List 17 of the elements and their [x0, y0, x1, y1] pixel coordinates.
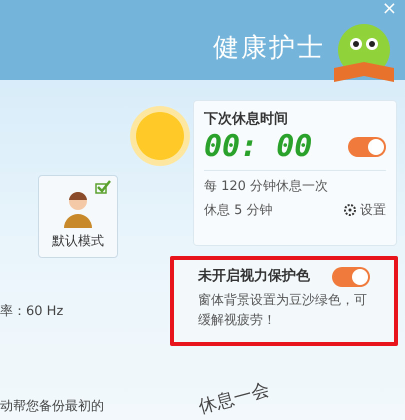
timer-display: 00: 00: [204, 132, 312, 162]
toggle-switch[interactable]: [348, 137, 386, 157]
window-title: 健康护士: [213, 32, 325, 65]
backup-text: 动帮您备份最初的: [0, 398, 104, 416]
eye-care-title: 未开启视力保护色: [198, 266, 310, 286]
sun-icon: [128, 104, 192, 168]
settings-button[interactable]: 设置: [344, 200, 386, 220]
rest-button[interactable]: 休息一会: [196, 376, 272, 420]
settings-icon: [344, 204, 356, 216]
card-title: 下次休息时间: [204, 110, 289, 129]
mode-button[interactable]: 默认模式: [38, 175, 118, 258]
toggle-switch[interactable]: [332, 266, 370, 286]
refresh-rate-text: 率：60 Hz: [0, 303, 64, 321]
eye-care-description: 窗体背景设置为豆沙绿色，可缓解视疲劳！: [198, 292, 368, 330]
duration-text: 休息 5 分钟: [204, 202, 273, 220]
person-icon: [63, 190, 93, 228]
interval-text: 每 120 分钟休息一次: [204, 178, 330, 196]
